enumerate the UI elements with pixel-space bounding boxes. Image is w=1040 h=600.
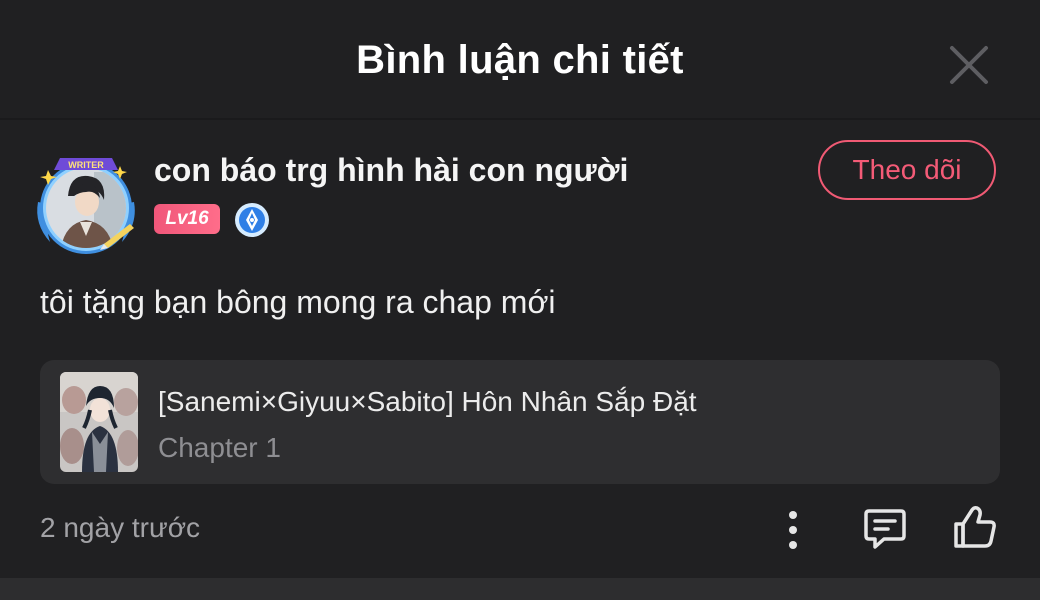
comment-text: tôi tặng bạn bông mong ra chap mới (40, 284, 556, 320)
avatar[interactable]: WRITER (34, 152, 138, 256)
story-title: [Sanemi×Giyuu×Sabito] Hôn Nhân Sắp Đặt (158, 386, 697, 417)
bottom-divider (0, 578, 1040, 600)
follow-button[interactable]: Theo dõi (818, 140, 996, 200)
more-options-button[interactable] (776, 508, 810, 552)
like-icon (954, 506, 996, 548)
story-chapter: Chapter 1 (158, 432, 281, 463)
comment-detail-screen: Bình luận chi tiết WRITER con báo trg hì… (0, 0, 1040, 600)
avatar-frame-label: WRITER (68, 160, 104, 170)
story-card[interactable]: [Sanemi×Giyuu×Sabito] Hôn Nhân Sắp Đặt C… (40, 360, 1000, 484)
author-name[interactable]: con báo trg hình hài con người (154, 152, 628, 189)
more-icon (789, 511, 797, 549)
page-title: Bình luận chi tiết (356, 38, 684, 82)
reply-button[interactable] (862, 506, 908, 552)
close-icon (950, 46, 988, 84)
writer-pen-badge-icon (234, 202, 270, 238)
close-button[interactable] (946, 42, 992, 88)
reply-icon (864, 509, 906, 549)
story-cover-image (60, 372, 138, 472)
header: Bình luận chi tiết (0, 0, 1040, 120)
like-button[interactable] (952, 504, 998, 550)
level-badge: Lv16 (154, 204, 220, 234)
comment-timestamp: 2 ngày trước (40, 512, 201, 543)
